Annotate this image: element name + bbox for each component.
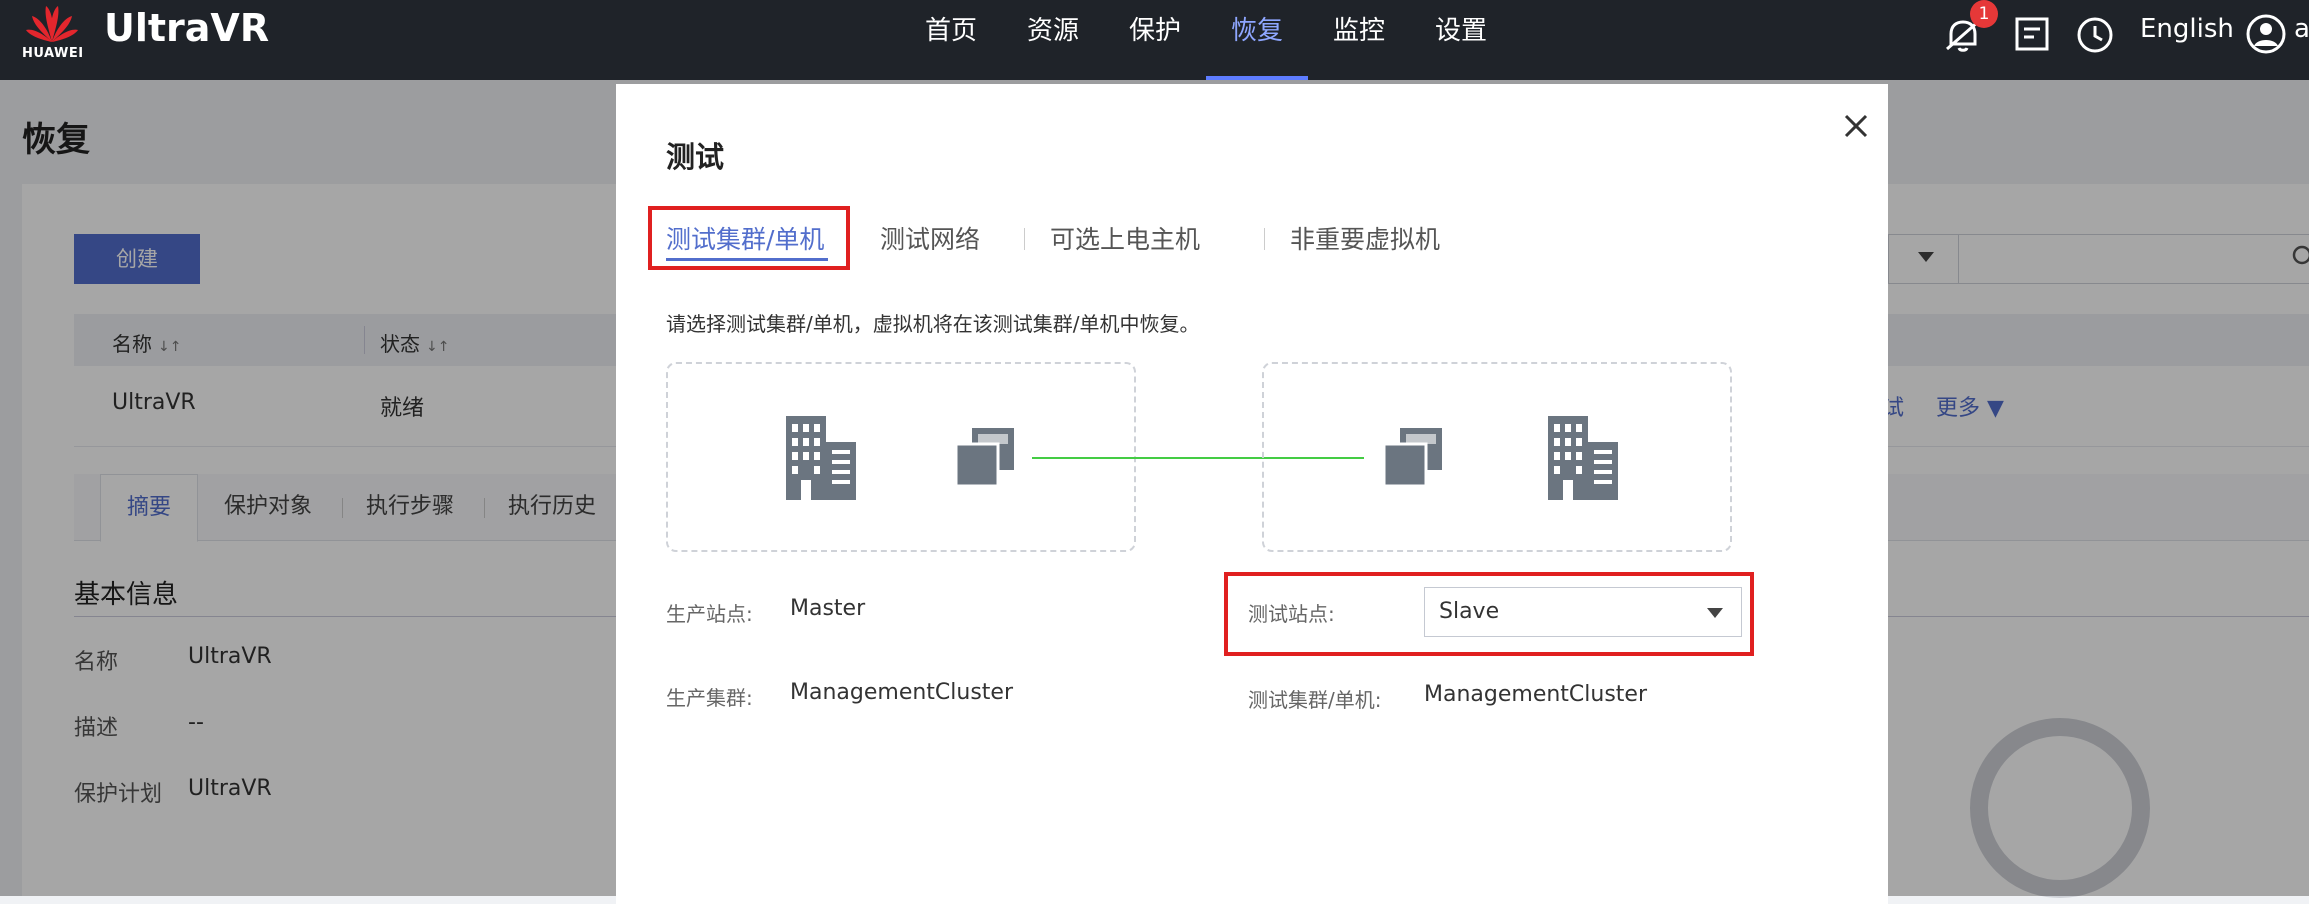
test-cluster-label: 测试集群/单机: <box>1248 688 1382 712</box>
language-switch[interactable]: English <box>2140 14 2234 44</box>
virtual-machine-icon <box>1382 428 1442 488</box>
tab-test-network[interactable]: 测试网络 <box>880 220 980 256</box>
top-navigation-bar: HUAWEI UltraVR 首页 资源 保护 恢复 监控 设置 1 Engli… <box>0 0 2309 80</box>
main-nav: 首页 资源 保护 恢复 监控 设置 <box>900 0 1512 80</box>
user-name[interactable]: a <box>2294 14 2309 44</box>
nav-item-monitoring[interactable]: 监控 <box>1308 0 1410 80</box>
nav-item-recovery[interactable]: 恢复 <box>1206 0 1308 80</box>
huawei-logo-icon <box>26 6 78 42</box>
dialog-title: 测试 <box>666 140 725 174</box>
user-avatar-icon[interactable] <box>2246 14 2286 54</box>
task-list-icon[interactable] <box>2014 16 2050 52</box>
production-cluster-label: 生产集群: <box>666 686 753 710</box>
dialog-description: 请选择测试集群/单机，虚拟机将在该测试集群/单机中恢复。 <box>666 312 1200 336</box>
highlight-box-test-site <box>1224 572 1754 656</box>
production-site-label: 生产站点: <box>666 602 753 626</box>
huawei-wordmark: HUAWEI <box>22 46 84 61</box>
clock-icon[interactable] <box>2076 16 2114 54</box>
nav-item-resources[interactable]: 资源 <box>1002 0 1104 80</box>
tab-optional-power-on-hosts[interactable]: 可选上电主机 <box>1050 220 1200 256</box>
test-dialog: 测试 测试集群/单机 测试网络 可选上电主机 非重要虚拟机 请选择测试集群/单机… <box>616 84 1888 904</box>
test-site-diagram <box>1262 362 1732 552</box>
production-site-value: Master <box>790 596 866 621</box>
close-icon[interactable] <box>1836 106 1876 146</box>
datacenter-building-icon <box>786 416 856 500</box>
highlight-box-active-tab <box>648 206 850 270</box>
app-brand-title[interactable]: UltraVR <box>104 6 269 50</box>
production-cluster-value: ManagementCluster <box>790 680 1014 705</box>
nav-item-protection[interactable]: 保护 <box>1104 0 1206 80</box>
test-cluster-value: ManagementCluster <box>1424 682 1648 707</box>
datacenter-building-icon <box>1548 416 1618 500</box>
tab-separator <box>1024 228 1025 250</box>
nav-item-settings[interactable]: 设置 <box>1410 0 1512 80</box>
tab-non-critical-vms[interactable]: 非重要虚拟机 <box>1290 220 1440 256</box>
nav-item-home[interactable]: 首页 <box>900 0 1002 80</box>
virtual-machine-icon <box>954 428 1014 488</box>
tab-separator <box>1264 228 1265 250</box>
notification-count-badge: 1 <box>1970 0 1998 28</box>
